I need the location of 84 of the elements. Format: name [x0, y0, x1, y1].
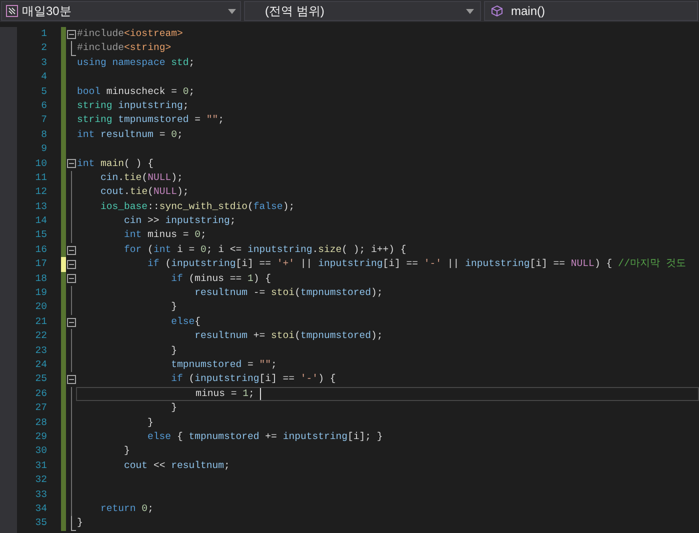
code-line: bool minuscheck = 0;	[77, 84, 195, 99]
code-line: if (inputstring[i] == '+' || inputstring[i] == '-' || inputstring[i] == NULL) { //마지막 것도	[146, 256, 686, 272]
line-number: 5	[40, 84, 47, 99]
line-number: 18	[34, 272, 47, 286]
line-number: 21	[34, 314, 47, 329]
line-number: 6	[40, 98, 47, 113]
project-name: 매일30분	[22, 3, 72, 20]
collapse-icon[interactable]	[66, 159, 76, 168]
code-line: int resultnum = 0;	[77, 128, 183, 142]
code-line: resultnum -= stoi(tmpnumstored);	[194, 286, 383, 300]
project-icon	[6, 5, 18, 17]
code-line: }	[170, 300, 177, 314]
line-number: 2	[40, 41, 47, 56]
line-number: 19	[34, 286, 47, 300]
code-line: else { tmpnumstored += inputstring[i]; }	[146, 430, 383, 444]
line-number: 16	[34, 242, 47, 257]
code-line: int main( ) {	[77, 156, 154, 171]
code-line: using namespace std;	[77, 56, 195, 70]
line-number: 27	[34, 401, 47, 416]
line-number: 30	[34, 444, 47, 458]
collapse-icon[interactable]	[66, 30, 76, 39]
line-number: 4	[40, 70, 47, 84]
code-line: return 0;	[100, 502, 154, 516]
code-line: else{	[170, 314, 200, 329]
line-number: 35	[34, 516, 47, 530]
line-number: 24	[34, 358, 47, 372]
line-number: 11	[34, 170, 47, 185]
scope-dropdown[interactable]: (전역 범위)	[244, 1, 481, 21]
line-number: 33	[34, 488, 47, 502]
collapse-icon[interactable]	[66, 318, 76, 326]
line-number: 32	[34, 473, 47, 488]
code-line: string tmpnumstored = "";	[77, 113, 224, 128]
code-line: if (minus == 1) {	[170, 272, 272, 286]
code-line: cout.tie(NULL);	[100, 185, 189, 200]
code-line: cin >> inputstring;	[123, 214, 236, 228]
member-dropdown[interactable]: main()	[484, 1, 698, 21]
code-line: }	[77, 516, 83, 530]
code-line: resultnum += stoi(tmpnumstored);	[194, 329, 383, 344]
code-line: minus = 1;	[194, 386, 254, 401]
code-line: cout << resultnum;	[123, 458, 230, 473]
line-number: 12	[34, 185, 47, 200]
line-number: 14	[34, 214, 47, 228]
line-number: 8	[40, 128, 47, 142]
line-number: 17	[34, 257, 47, 272]
code-line: }	[123, 444, 130, 458]
code-line: if (inputstring[i] == '-') {	[170, 372, 336, 386]
member-name: main()	[511, 3, 546, 20]
code-line: string inputstring;	[77, 98, 189, 113]
code-line: ios_base::sync_with_stdio(false);	[100, 200, 295, 214]
code-line: #include<iostream>	[77, 27, 183, 41]
line-number: 25	[34, 372, 47, 386]
line-number: 10	[34, 156, 47, 171]
collapse-icon[interactable]	[66, 246, 76, 255]
scope-label: (전역 범위)	[265, 3, 326, 20]
line-number: 1	[40, 27, 47, 41]
code-line: }	[170, 401, 177, 416]
line-number: 9	[40, 142, 47, 156]
code-line: for (int i = 0; i <= inputstring.size( ); i++) {	[123, 242, 406, 257]
text-cursor	[260, 388, 262, 400]
line-number: 20	[34, 300, 47, 314]
line-number: 15	[34, 228, 47, 242]
line-number: 34	[34, 502, 47, 516]
line-number: 22	[34, 329, 47, 344]
line-number: 31	[34, 458, 47, 473]
collapse-icon[interactable]	[66, 260, 76, 269]
caret-icon	[466, 8, 474, 14]
caret-icon	[228, 8, 236, 14]
line-number: 3	[40, 56, 47, 70]
line-number: 29	[34, 430, 47, 444]
line-number: 26	[34, 386, 47, 401]
code-line: cin.tie(NULL);	[100, 170, 183, 185]
line-number: 23	[34, 344, 47, 358]
collapse-icon[interactable]	[66, 274, 76, 284]
code-line: int minus = 0;	[123, 228, 206, 242]
project-dropdown[interactable]: 매일30분	[1, 1, 241, 21]
code-line: tmpnumstored = "";	[170, 358, 277, 372]
line-number: 13	[34, 200, 47, 214]
collapse-icon[interactable]	[66, 375, 76, 384]
line-number: 28	[34, 416, 47, 430]
line-number: 7	[40, 113, 47, 128]
code-line: #include<string>	[77, 41, 172, 56]
code-line: }	[146, 416, 154, 430]
code-line: }	[170, 344, 177, 358]
cube-icon	[491, 5, 503, 17]
